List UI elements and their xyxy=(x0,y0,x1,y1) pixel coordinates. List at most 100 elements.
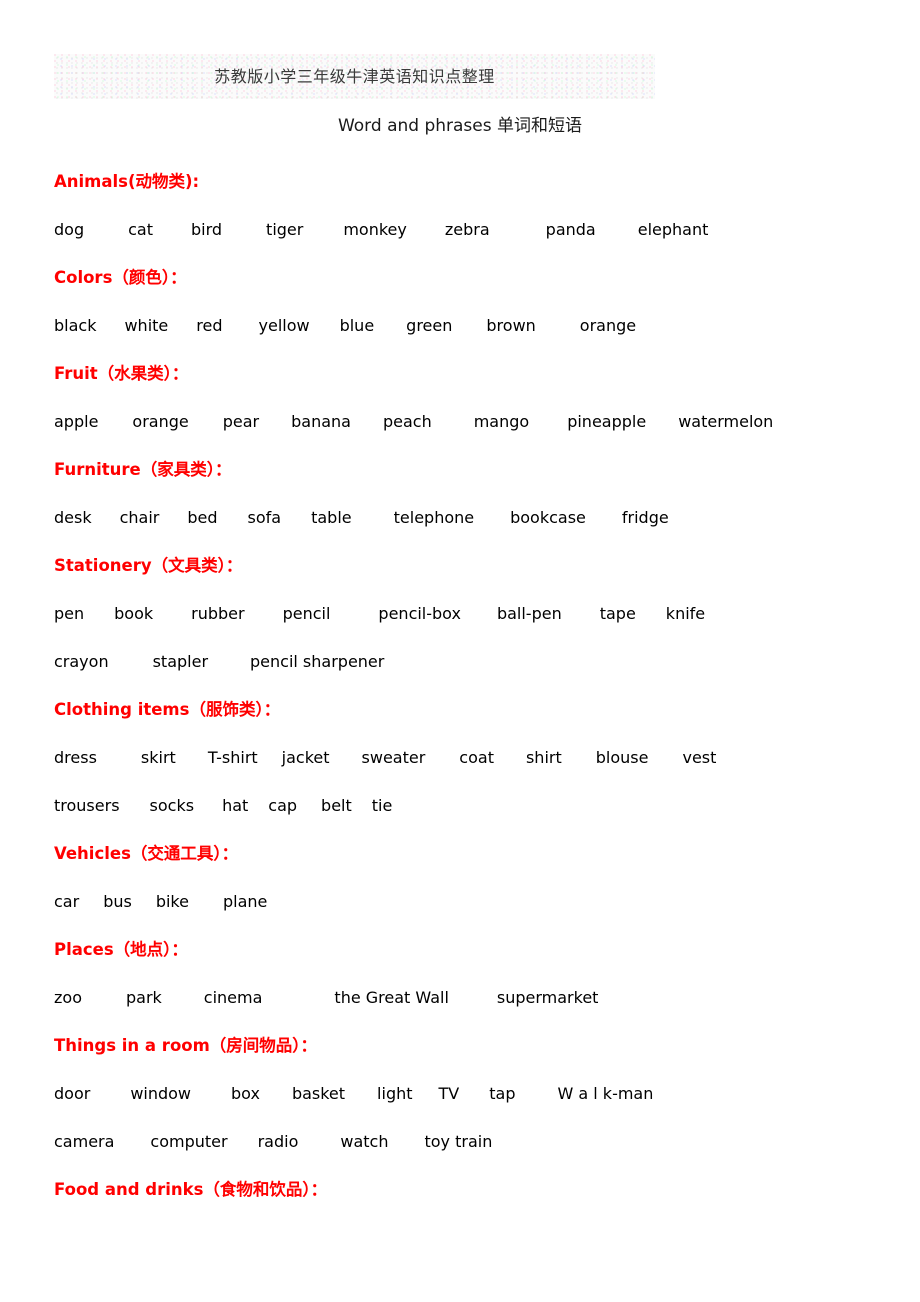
document-subtitle: Word and phrases 单词和短语 xyxy=(337,116,583,136)
vocab-word: orange xyxy=(132,412,189,431)
section-heading: Places（地点）： xyxy=(54,940,188,959)
section-heading: Stationery（文具类）： xyxy=(54,556,243,575)
vocab-word: desk xyxy=(54,508,92,527)
section-heading: Fruit（水果类）： xyxy=(54,364,189,383)
vocab-word: ball-pen xyxy=(496,604,562,623)
word-row: apple orange pear banana peach mango pineapple… xyxy=(54,398,884,446)
vocab-word: table xyxy=(311,508,352,527)
vocab-word: blue xyxy=(339,316,375,335)
vocab-word: jacket xyxy=(281,748,330,767)
vocab-word: green xyxy=(406,316,453,335)
vocab-word: tiger xyxy=(266,220,304,239)
vocab-word: zoo xyxy=(54,988,82,1007)
vocab-word: bookcase xyxy=(510,508,586,527)
vocab-section: Colors（颜色）： black white red yellow blue green b… xyxy=(54,254,884,350)
vocab-word: orange xyxy=(579,316,637,335)
vocab-word: hat xyxy=(222,796,249,815)
vocab-word: mango xyxy=(473,412,530,431)
vocab-word: W a l k-man xyxy=(557,1084,654,1103)
section-heading: Animals(动物类): xyxy=(54,172,200,191)
word-row: zoo park cinema the Great Wall supermarket xyxy=(54,974,884,1022)
document-title-bar: 苏教版小学三年级牛津英语知识点整理 xyxy=(54,54,655,99)
vocab-word: shirt xyxy=(525,748,562,767)
vocab-word: bird xyxy=(190,220,223,239)
vocab-word: light xyxy=(377,1084,413,1103)
vocab-word: pencil xyxy=(282,604,331,623)
word-row: crayon stapler pencil sharpener xyxy=(54,638,884,686)
vocab-word: dog xyxy=(54,220,85,239)
vocab-word: zebra xyxy=(444,220,490,239)
vocab-section: Furniture（家具类）： desk chair bed sofa table tele… xyxy=(54,446,884,542)
vocab-word: black xyxy=(54,316,97,335)
vocab-word: park xyxy=(125,988,162,1007)
section-heading: Colors（颜色）： xyxy=(54,268,187,287)
vocab-word: pencil-box xyxy=(378,604,461,623)
vocab-section: Clothing items（服饰类）： dress skirt T-shirt jac… xyxy=(54,686,884,830)
vocab-word: T-shirt xyxy=(207,748,258,767)
word-row: desk chair bed sofa table telephone bookcase fr… xyxy=(54,494,884,542)
vocab-word: toy train xyxy=(424,1132,493,1151)
vocab-section: Animals(动物类): dog cat bird tiger monkey zebra p… xyxy=(54,158,884,254)
vocab-word: blouse xyxy=(595,748,649,767)
vocab-word: watch xyxy=(340,1132,389,1151)
vocab-word: computer xyxy=(150,1132,228,1151)
vocab-word: fridge xyxy=(621,508,669,527)
vocab-word: TV xyxy=(438,1084,460,1103)
document-page: 苏教版小学三年级牛津英语知识点整理 Word and phrases 单词和短语… xyxy=(0,0,920,1302)
vocab-section: Places（地点）： zoo park cinema the Great Wall su… xyxy=(54,926,884,1022)
vocab-word: knife xyxy=(665,604,706,623)
vocab-section: Food and drinks（食物和饮品）： xyxy=(54,1166,884,1214)
vocab-word: camera xyxy=(54,1132,115,1151)
word-row: door window box basket light TV tap W a l k-man xyxy=(54,1070,884,1118)
vocab-section: Fruit（水果类）： apple orange pear banana peach man… xyxy=(54,350,884,446)
vocab-word: skirt xyxy=(140,748,176,767)
vocab-section: Things in a room（房间物品）： door window box bask… xyxy=(54,1022,884,1166)
section-heading: Clothing items（服饰类）： xyxy=(54,700,281,719)
vocab-word: car xyxy=(54,892,80,911)
vocab-word: brown xyxy=(486,316,536,335)
vocab-word: trousers xyxy=(54,796,120,815)
vocab-word: bed xyxy=(187,508,218,527)
vocab-word: radio xyxy=(257,1132,299,1151)
document-title: 苏教版小学三年级牛津英语知识点整理 xyxy=(214,66,495,86)
vocab-word: sweater xyxy=(361,748,426,767)
vocab-word: dress xyxy=(54,748,97,767)
vocab-word: stapler xyxy=(152,652,209,671)
vocab-word: pen xyxy=(54,604,85,623)
vocab-word: vest xyxy=(682,748,717,767)
vocab-word: monkey xyxy=(343,220,407,239)
vocab-word: watermelon xyxy=(678,412,774,431)
word-row: trousers socks hat cap belt tie xyxy=(54,782,884,830)
vocab-word: cap xyxy=(268,796,298,815)
vocab-section: Stationery（文具类）： pen book rubber pencil penci… xyxy=(54,542,884,686)
word-row: car bus bike plane xyxy=(54,878,884,926)
vocabulary-content: Animals(动物类): dog cat bird tiger monkey zebra p… xyxy=(54,158,884,1214)
vocab-word: tap xyxy=(489,1084,516,1103)
vocab-word: bus xyxy=(103,892,132,911)
vocab-word: white xyxy=(124,316,169,335)
section-heading: Furniture（家具类）： xyxy=(54,460,232,479)
vocab-word: tape xyxy=(599,604,636,623)
vocab-word: pencil sharpener xyxy=(250,652,385,671)
vocab-word: crayon xyxy=(54,652,109,671)
vocab-word: door xyxy=(54,1084,91,1103)
vocab-word: basket xyxy=(291,1084,346,1103)
vocab-word: elephant xyxy=(637,220,709,239)
vocab-word: box xyxy=(231,1084,260,1103)
vocab-word: cinema xyxy=(203,988,263,1007)
vocab-word: yellow xyxy=(258,316,310,335)
section-heading: Food and drinks（食物和饮品）： xyxy=(54,1180,328,1199)
word-row: camera computer radio watch toy train xyxy=(54,1118,884,1166)
vocab-word: coat xyxy=(459,748,494,767)
word-row: dress skirt T-shirt jacket sweater coat shirt b… xyxy=(54,734,884,782)
vocab-word: window xyxy=(130,1084,192,1103)
vocab-word: pineapple xyxy=(567,412,647,431)
word-row: dog cat bird tiger monkey zebra panda elephant xyxy=(54,206,884,254)
section-heading: Things in a room（房间物品）： xyxy=(54,1036,318,1055)
word-row: black white red yellow blue green brown orange xyxy=(54,302,884,350)
vocab-word: belt xyxy=(321,796,352,815)
section-heading: Vehicles（交通工具）： xyxy=(54,844,239,863)
vocab-word: bike xyxy=(155,892,189,911)
vocab-word: pear xyxy=(222,412,260,431)
vocab-word: sofa xyxy=(247,508,282,527)
